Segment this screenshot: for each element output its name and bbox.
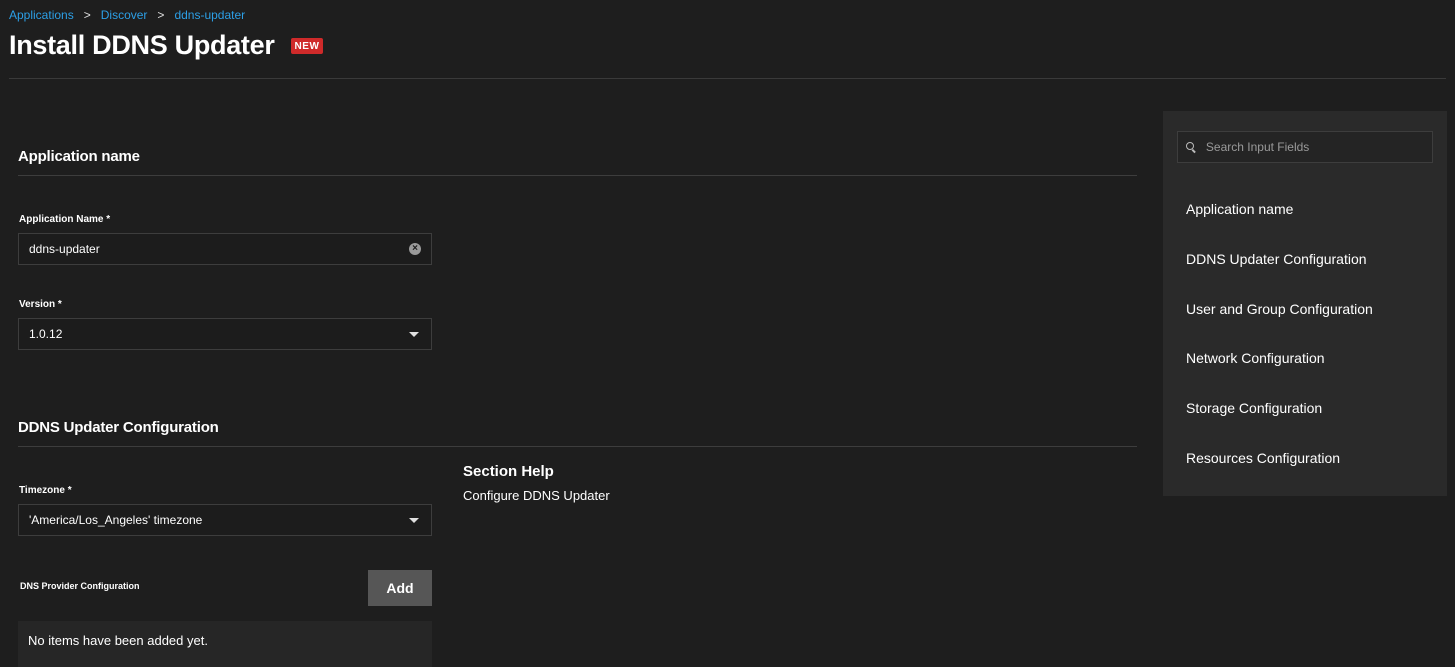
- timezone-label: Timezone *: [19, 485, 72, 496]
- page-header: Install DDNS Updater NEW: [9, 30, 324, 61]
- timezone-select[interactable]: 'America/Los_Angeles' timezone: [18, 504, 432, 536]
- breadcrumb-separator: >: [157, 8, 165, 22]
- section-divider: [18, 446, 1137, 447]
- clear-icon[interactable]: ×: [409, 243, 421, 255]
- nav-item-user-group-config[interactable]: User and Group Configuration: [1186, 301, 1373, 317]
- version-select[interactable]: 1.0.12: [18, 318, 432, 350]
- nav-item-network-config[interactable]: Network Configuration: [1186, 350, 1325, 366]
- application-name-value: ddns-updater: [29, 242, 100, 256]
- section-help-text: Configure DDNS Updater: [463, 488, 610, 503]
- nav-item-resources-config[interactable]: Resources Configuration: [1186, 450, 1340, 466]
- breadcrumb-separator: >: [83, 8, 91, 22]
- new-badge: NEW: [290, 37, 324, 54]
- application-name-input[interactable]: ddns-updater ×: [18, 233, 432, 265]
- nav-item-application-name[interactable]: Application name: [1186, 201, 1293, 217]
- section-title-application-name: Application name: [18, 148, 140, 165]
- search-input[interactable]: [1205, 140, 1424, 154]
- nav-item-storage-config[interactable]: Storage Configuration: [1186, 400, 1322, 416]
- breadcrumb-applications[interactable]: Applications: [9, 8, 74, 22]
- dns-provider-list: No items have been added yet.: [18, 621, 432, 667]
- breadcrumb: Applications > Discover > ddns-updater: [9, 8, 245, 22]
- empty-list-message: No items have been added yet.: [28, 633, 208, 648]
- section-help-title: Section Help: [463, 463, 554, 480]
- timezone-value: 'America/Los_Angeles' timezone: [29, 513, 203, 527]
- search-box[interactable]: [1177, 131, 1433, 163]
- chevron-down-icon: [409, 517, 419, 523]
- dns-provider-label: DNS Provider Configuration: [20, 581, 140, 591]
- header-divider: [9, 78, 1446, 79]
- page-title: Install DDNS Updater: [9, 30, 275, 60]
- breadcrumb-ddns-updater[interactable]: ddns-updater: [174, 8, 245, 22]
- chevron-down-icon: [409, 331, 419, 337]
- section-divider: [18, 175, 1137, 176]
- version-value: 1.0.12: [29, 327, 63, 341]
- breadcrumb-discover[interactable]: Discover: [101, 8, 148, 22]
- search-icon: [1186, 141, 1197, 153]
- section-title-ddns-config: DDNS Updater Configuration: [18, 419, 219, 436]
- add-dns-provider-button[interactable]: Add: [368, 570, 432, 606]
- nav-item-ddns-config[interactable]: DDNS Updater Configuration: [1186, 251, 1367, 267]
- application-name-label: Application Name *: [19, 214, 111, 225]
- version-label: Version *: [19, 299, 62, 310]
- section-navigation-panel: Application name DDNS Updater Configurat…: [1163, 111, 1447, 496]
